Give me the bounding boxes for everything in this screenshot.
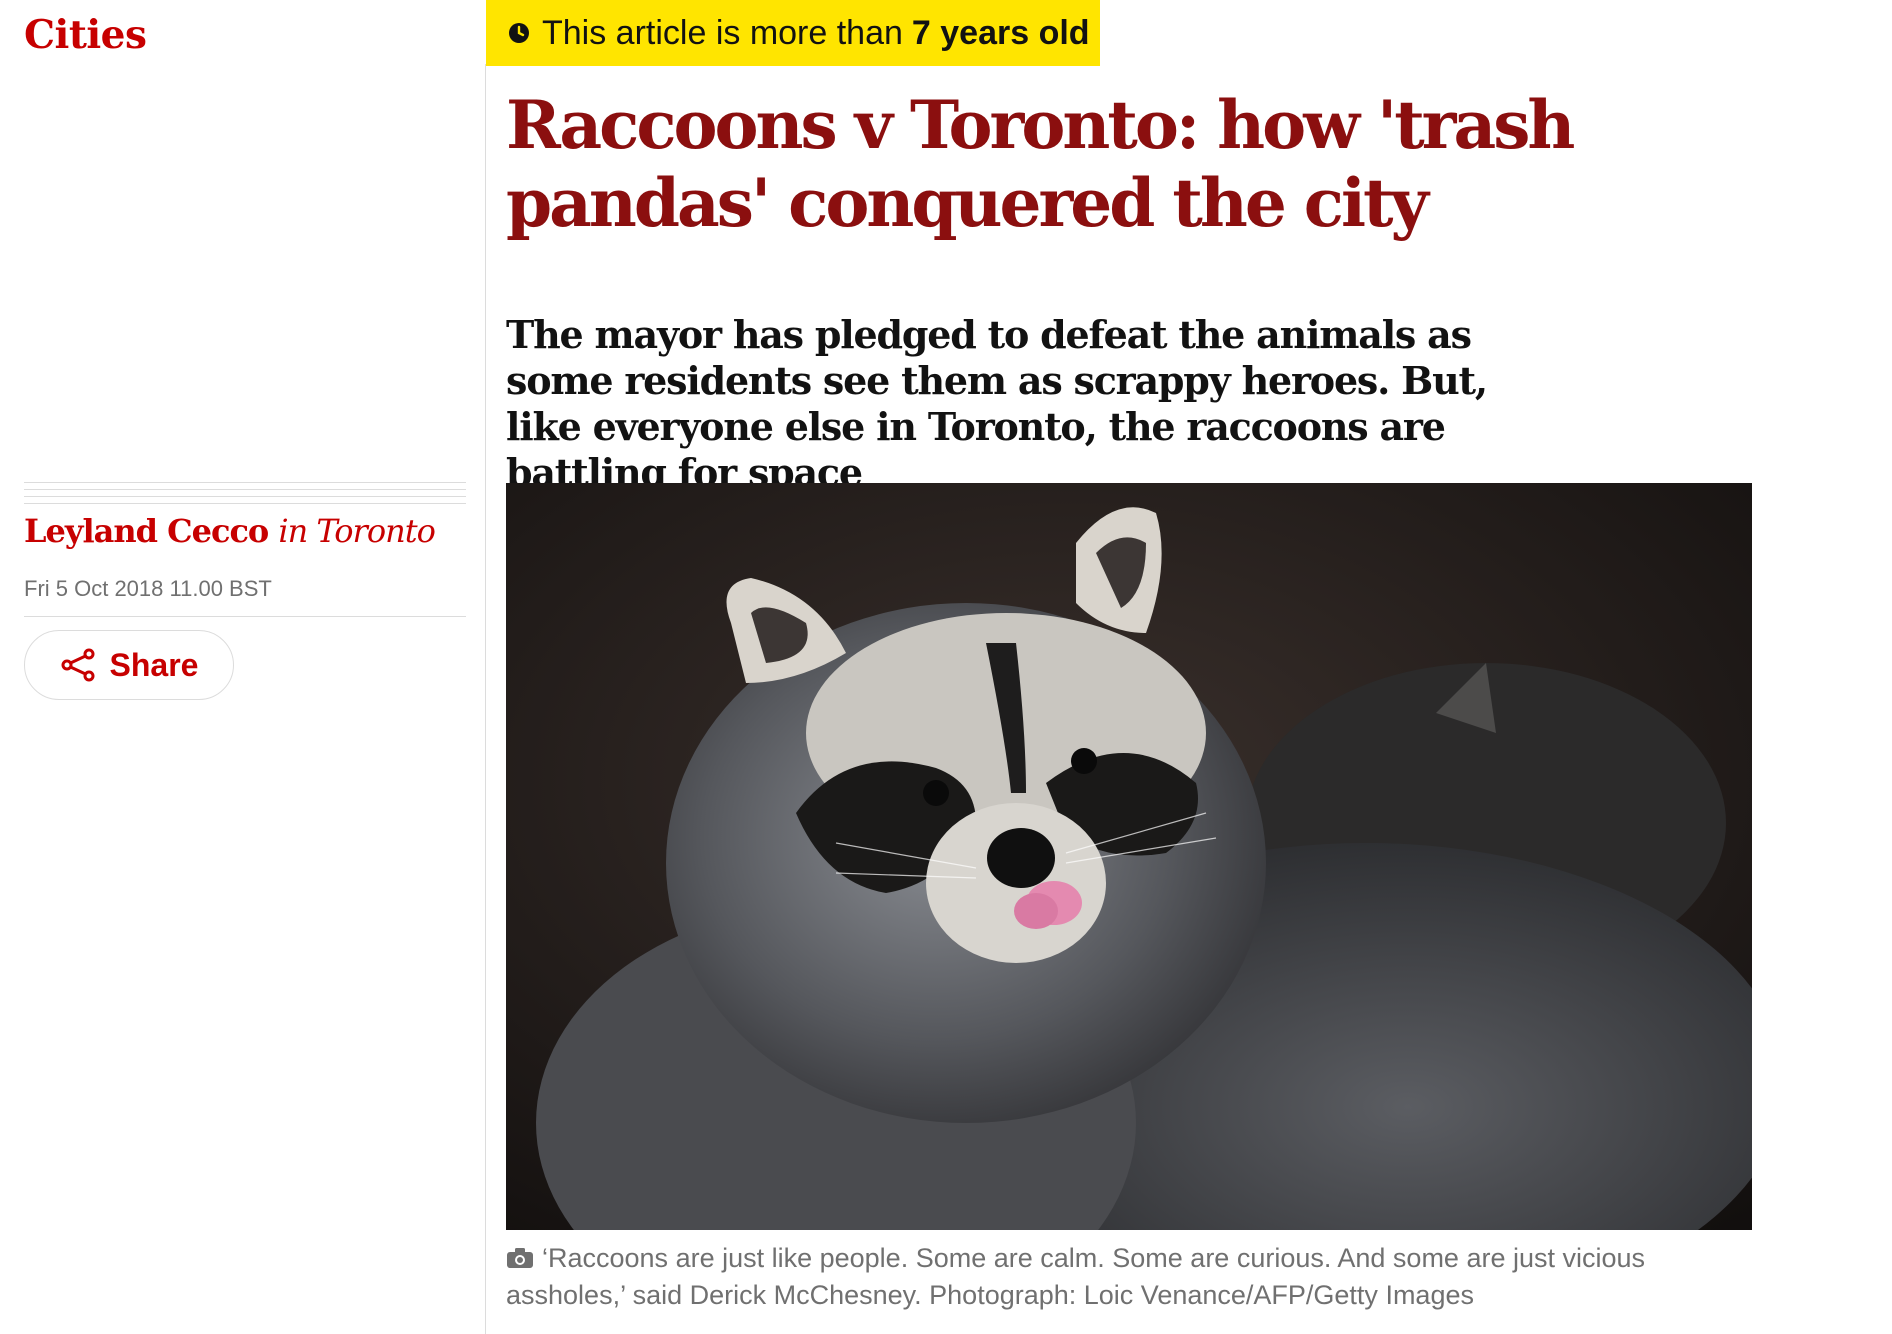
headline: Raccoons v Toronto: how 'trash pandas' c… [506,86,1575,242]
standfirst: The mayor has pledged to defeat the anim… [506,312,1488,495]
author-link[interactable]: Leyland Cecco [24,512,269,550]
article-age-banner: This article is more than 7 years old [486,0,1100,66]
section-link-cities[interactable]: Cities [24,12,147,58]
byline-location: in Toronto [278,512,435,550]
byline-divider [24,616,466,617]
share-icon [61,648,95,682]
camera-icon [507,1248,533,1268]
main-image-raccoon [506,483,1752,1230]
column-divider [485,64,486,1334]
image-caption: ‘Raccoons are just like people. Some are… [506,1240,1752,1314]
age-banner-years: 7 years old [911,13,1090,52]
byline: Leyland Cecco in Toronto [24,512,436,550]
byline-rules [24,482,466,506]
dateline: Fri 5 Oct 2018 11.00 BST [24,576,272,601]
share-button[interactable]: Share [24,630,234,700]
caption-text: ‘Raccoons are just like people. Some are… [506,1243,1646,1310]
share-label: Share [109,646,199,683]
clock-icon [509,23,529,43]
age-banner-text: This article is more than [542,13,903,52]
